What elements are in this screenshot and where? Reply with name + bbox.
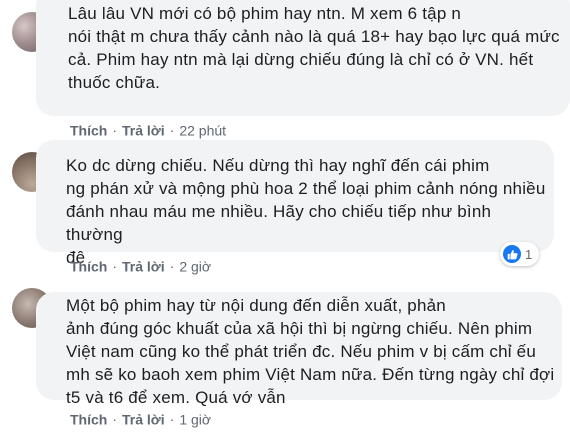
like-link[interactable]: Thích: [70, 258, 107, 274]
separator-dot: ·: [169, 258, 175, 275]
timestamp[interactable]: 22 phút: [179, 122, 226, 138]
separator-dot: ·: [112, 258, 118, 275]
separator-dot: ·: [169, 122, 175, 139]
like-link[interactable]: Thích: [70, 411, 107, 427]
comment-text: Lâu lâu VN mới có bộ phim hay ntn. M xem…: [68, 4, 560, 92]
comment-actions: Thích · Trả lời · 1 giờ: [70, 410, 211, 427]
comment-thread: Lâu lâu VN mới có bộ phim hay ntn. M xem…: [0, 0, 570, 432]
comment-actions: Thích · Trả lời · 22 phút: [70, 121, 226, 138]
comment-actions: Thích · Trả lời · 2 giờ: [70, 257, 211, 274]
reaction-summary[interactable]: 1: [500, 242, 540, 266]
comment-text: Ko dc dừng chiếu. Nếu dừng thì hay nghĩ …: [66, 156, 546, 267]
reply-link[interactable]: Trả lời: [122, 122, 165, 138]
reply-link[interactable]: Trả lời: [122, 258, 165, 274]
comment-text: Một bộ phim hay từ nội dung đến diễn xuấ…: [66, 296, 555, 407]
like-link[interactable]: Thích: [70, 122, 107, 138]
reply-link[interactable]: Trả lời: [122, 411, 165, 427]
separator-dot: ·: [112, 122, 118, 139]
separator-dot: ·: [169, 411, 175, 428]
reaction-count: 1: [525, 246, 533, 262]
thumbs-up-icon: [503, 245, 521, 263]
timestamp[interactable]: 2 giờ: [179, 258, 211, 274]
separator-dot: ·: [112, 411, 118, 428]
timestamp[interactable]: 1 giờ: [179, 411, 211, 427]
